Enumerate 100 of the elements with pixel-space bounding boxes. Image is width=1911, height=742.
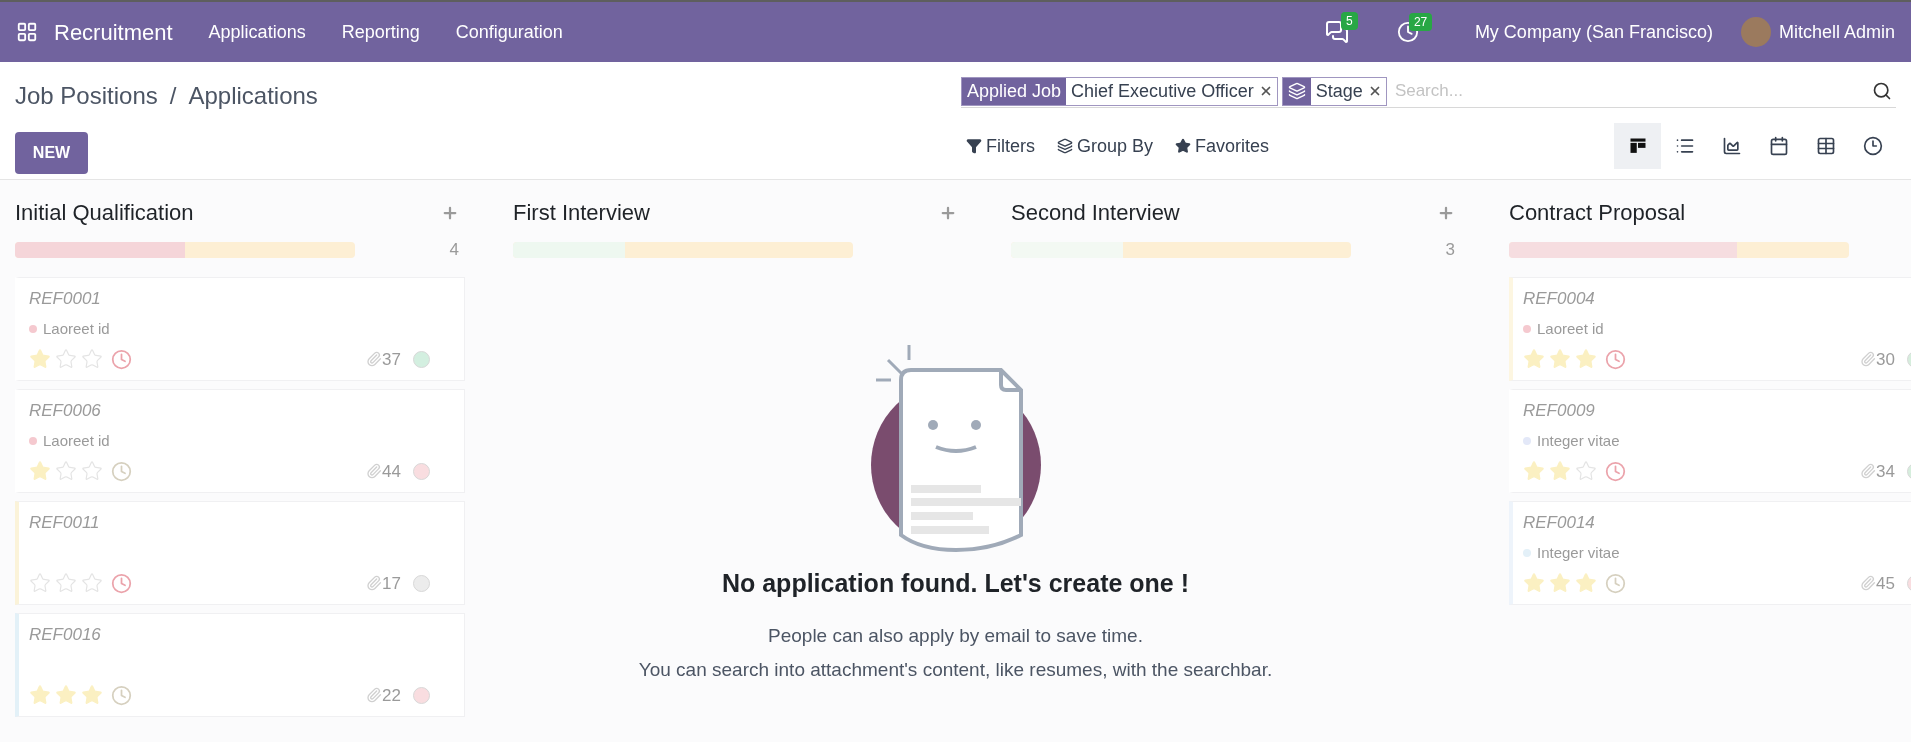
star-icon (81, 460, 103, 483)
attachment-count: 30 (1876, 348, 1895, 371)
priority-stars[interactable] (29, 348, 103, 371)
layers-icon (1057, 138, 1073, 154)
paperclip-icon (366, 351, 383, 368)
apps-menu-icon[interactable] (16, 21, 38, 43)
attachment-count: 37 (382, 348, 401, 371)
paperclip-icon (366, 687, 383, 704)
clock-icon[interactable] (1605, 348, 1626, 370)
application-card[interactable]: REF0016 22 (15, 613, 465, 717)
priority-stars[interactable] (1523, 348, 1597, 371)
nav-menu-item[interactable]: Reporting (341, 18, 420, 46)
search-icon[interactable] (1872, 81, 1892, 101)
search-facet[interactable]: Applied Job Chief Executive Officer (961, 76, 1278, 106)
clock-icon[interactable] (1605, 572, 1626, 594)
priority-stars[interactable] (29, 460, 103, 483)
facet-value: Chief Executive Officer (1070, 79, 1255, 103)
search-option-button[interactable]: Favorites (1175, 132, 1270, 160)
message-count: 5 (1340, 12, 1358, 30)
star-icon (1575, 460, 1597, 483)
attachment-count: 17 (382, 572, 401, 595)
empty-state-text: People can also apply by email to save time. (768, 623, 1143, 648)
card-reference: REF0009 (1523, 400, 1596, 422)
tag-label: Integer vitae (1537, 542, 1620, 563)
application-card[interactable]: REF0004 Laoreet id 30 (1509, 277, 1911, 381)
paperclip-icon (366, 463, 383, 480)
star-icon (81, 348, 103, 371)
star-icon (29, 572, 51, 595)
star-icon (1523, 572, 1545, 595)
star-icon (29, 348, 51, 371)
app-name[interactable]: Recruitment (54, 15, 173, 49)
breadcrumb-current: Applications (188, 81, 318, 111)
search-option-button[interactable]: Filters (966, 132, 1035, 160)
star-icon (1575, 572, 1597, 595)
star-icon (55, 348, 77, 371)
application-card[interactable]: REF0009 Integer vitae 34 (1509, 389, 1911, 493)
application-card[interactable]: REF0001 Laoreet id 37 (15, 277, 465, 381)
new-button[interactable]: NEW (15, 132, 88, 174)
nav-menu-item[interactable]: Configuration (455, 18, 563, 46)
priority-stars[interactable] (1523, 460, 1597, 483)
paperclip-icon (1860, 351, 1877, 368)
clock-icon[interactable] (111, 348, 132, 370)
card-reference: REF0004 (1523, 288, 1596, 310)
tag-label: Integer vitae (1537, 430, 1620, 451)
priority-stars[interactable] (29, 572, 103, 595)
star-icon (1549, 460, 1571, 483)
application-card[interactable]: REF0006 Laoreet id 44 (15, 389, 465, 493)
star-icon (1549, 572, 1571, 595)
column-count: 4 (449, 239, 459, 262)
tag-label: Laoreet id (1537, 318, 1604, 339)
priority-stars[interactable] (1523, 572, 1597, 595)
company-switcher[interactable]: My Company (San Francisco) (1474, 18, 1713, 46)
filter-icon (966, 138, 982, 154)
paperclip-icon (1860, 463, 1877, 480)
attachment-count: 44 (382, 460, 401, 483)
search-field[interactable]: Search... (1390, 78, 1872, 104)
paperclip-icon (1860, 575, 1877, 592)
empty-state-text: You can search into attachment's content, like resumes, with the searchbar. (638, 657, 1273, 682)
application-card[interactable]: REF0011 17 (15, 501, 465, 605)
card-reference: REF0014 (1523, 512, 1596, 534)
column-count: 3 (1445, 239, 1455, 262)
star-icon (1549, 348, 1571, 371)
star-icon (29, 460, 51, 483)
search-option-button[interactable]: Group By (1057, 132, 1154, 160)
tag-label: Laoreet id (43, 318, 110, 339)
card-reference: REF0016 (29, 624, 102, 646)
breadcrumb-link[interactable]: Job Positions (15, 78, 158, 114)
attachment-count: 22 (382, 684, 401, 707)
card-reference: REF0011 (29, 512, 101, 534)
facet-label: Applied Job (962, 77, 1067, 105)
tag-label: Laoreet id (43, 430, 110, 451)
priority-stars[interactable] (29, 684, 103, 707)
nav-menu-item[interactable]: Applications (208, 18, 306, 46)
clock-icon[interactable] (111, 460, 132, 482)
column-title: Contract Proposal (1509, 199, 1686, 227)
application-card[interactable]: REF0014 Integer vitae 45 (1509, 501, 1911, 605)
card-reference: REF0006 (29, 400, 102, 422)
card-reference: REF0001 (29, 288, 102, 310)
clock-icon[interactable] (111, 572, 132, 594)
star-icon (55, 460, 77, 483)
star-icon (1523, 460, 1545, 483)
attachment-count: 45 (1876, 572, 1895, 595)
activity-count: 27 (1408, 13, 1433, 31)
star-icon (55, 684, 77, 707)
user-name[interactable]: Mitchell Admin (1778, 18, 1895, 46)
clock-icon[interactable] (1605, 460, 1626, 482)
star-icon (1523, 348, 1545, 371)
search-facet[interactable]: Stage (1281, 76, 1387, 106)
star-icon (1575, 348, 1597, 371)
user-avatar[interactable] (1740, 17, 1771, 47)
star-icon (55, 572, 77, 595)
column-title: First Interview (513, 199, 650, 227)
kanban-view-icon[interactable] (1614, 123, 1661, 169)
column-title: Second Interview (1011, 199, 1180, 227)
star-icon (1175, 138, 1192, 154)
facet-value: Stage (1314, 79, 1364, 103)
star-icon (81, 572, 103, 595)
breadcrumb-separator: / (169, 81, 177, 111)
clock-icon[interactable] (111, 684, 132, 706)
paperclip-icon (366, 575, 383, 592)
